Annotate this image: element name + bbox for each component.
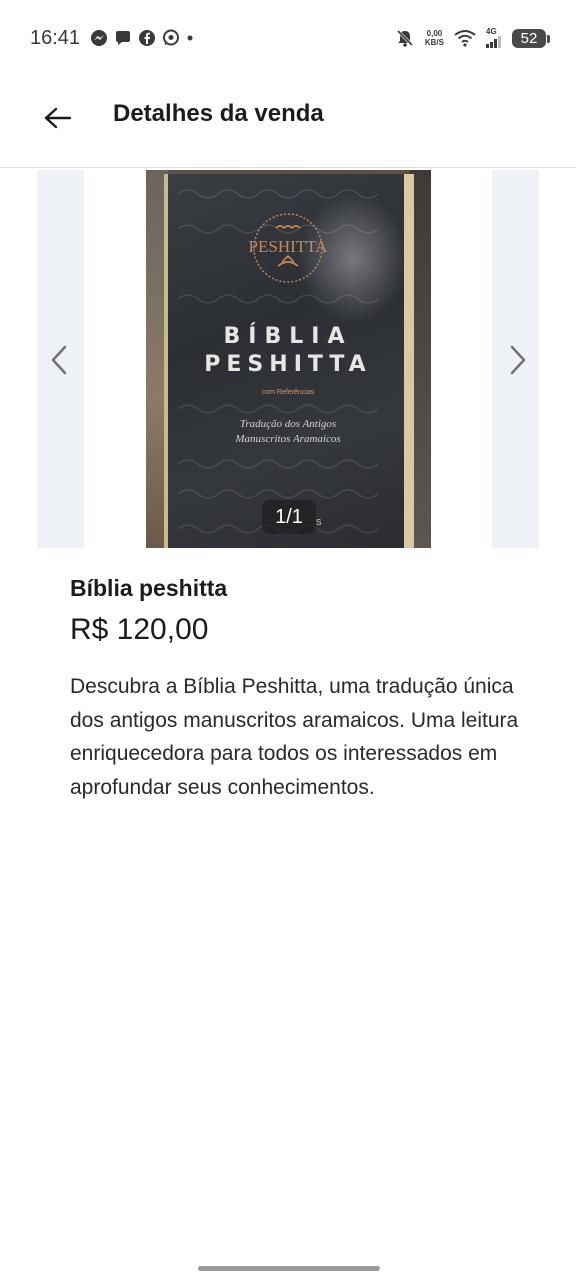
chevron-left-icon xyxy=(51,345,67,375)
status-time: 16:41 xyxy=(30,26,81,49)
book-cover: PESHITTA BÍBLIA PESHITTA com Referências… xyxy=(164,174,414,548)
book-title-line1: BÍBLIA xyxy=(223,324,353,349)
app-bar: Detalhes da venda xyxy=(0,76,576,168)
back-button[interactable] xyxy=(38,98,78,138)
product-price: R$ 120,00 xyxy=(70,613,209,646)
arrow-left-icon xyxy=(44,107,72,129)
book-tagline-line2: Manuscritos Aramaicos xyxy=(235,433,341,445)
book-tagline-line1: Tradução dos Antigos xyxy=(239,418,337,430)
mute-bell-icon xyxy=(395,28,415,48)
battery-indicator: 52 xyxy=(512,28,550,48)
product-title: Bíblia peshitta xyxy=(70,575,228,601)
dot-icon xyxy=(186,34,194,42)
facebook-icon xyxy=(138,29,156,47)
status-left: 16:41 xyxy=(30,27,194,50)
home-indicator[interactable] xyxy=(198,1266,380,1271)
status-bar: 16:41 0,00 KB/S 4G 52 xyxy=(0,0,576,76)
book-subtitle: com Referências xyxy=(261,389,315,396)
whatsapp-icon xyxy=(162,29,180,47)
chat-icon xyxy=(114,29,132,47)
network-speed: 0,00 KB/S xyxy=(425,29,444,47)
emblem-word: PESHITTA xyxy=(248,237,328,256)
image-gallery[interactable]: PESHITTA BÍBLIA PESHITTA com Referências… xyxy=(0,170,576,548)
network-type: 4G xyxy=(486,27,497,36)
status-right: 0,00 KB/S 4G 52 xyxy=(395,28,550,48)
chevron-right-icon xyxy=(510,345,526,375)
messenger-icon xyxy=(90,29,108,47)
product-description: Descubra a Bíblia Peshitta, uma tradução… xyxy=(70,675,519,799)
previous-image-button[interactable] xyxy=(44,340,74,380)
wifi-icon xyxy=(454,29,476,47)
image-counter-badge: 1/1 xyxy=(262,500,316,534)
book-footer-text: s xyxy=(316,516,322,528)
product-photo[interactable]: PESHITTA BÍBLIA PESHITTA com Referências… xyxy=(146,170,431,548)
next-image-button[interactable] xyxy=(503,340,533,380)
cellular-signal-icon: 4G xyxy=(486,28,502,48)
speed-unit: KB/S xyxy=(424,38,444,47)
book-title-line2: PESHITTA xyxy=(204,352,372,377)
speed-value: 0,00 xyxy=(426,29,443,38)
page-title: Detalhes da venda xyxy=(113,100,324,127)
